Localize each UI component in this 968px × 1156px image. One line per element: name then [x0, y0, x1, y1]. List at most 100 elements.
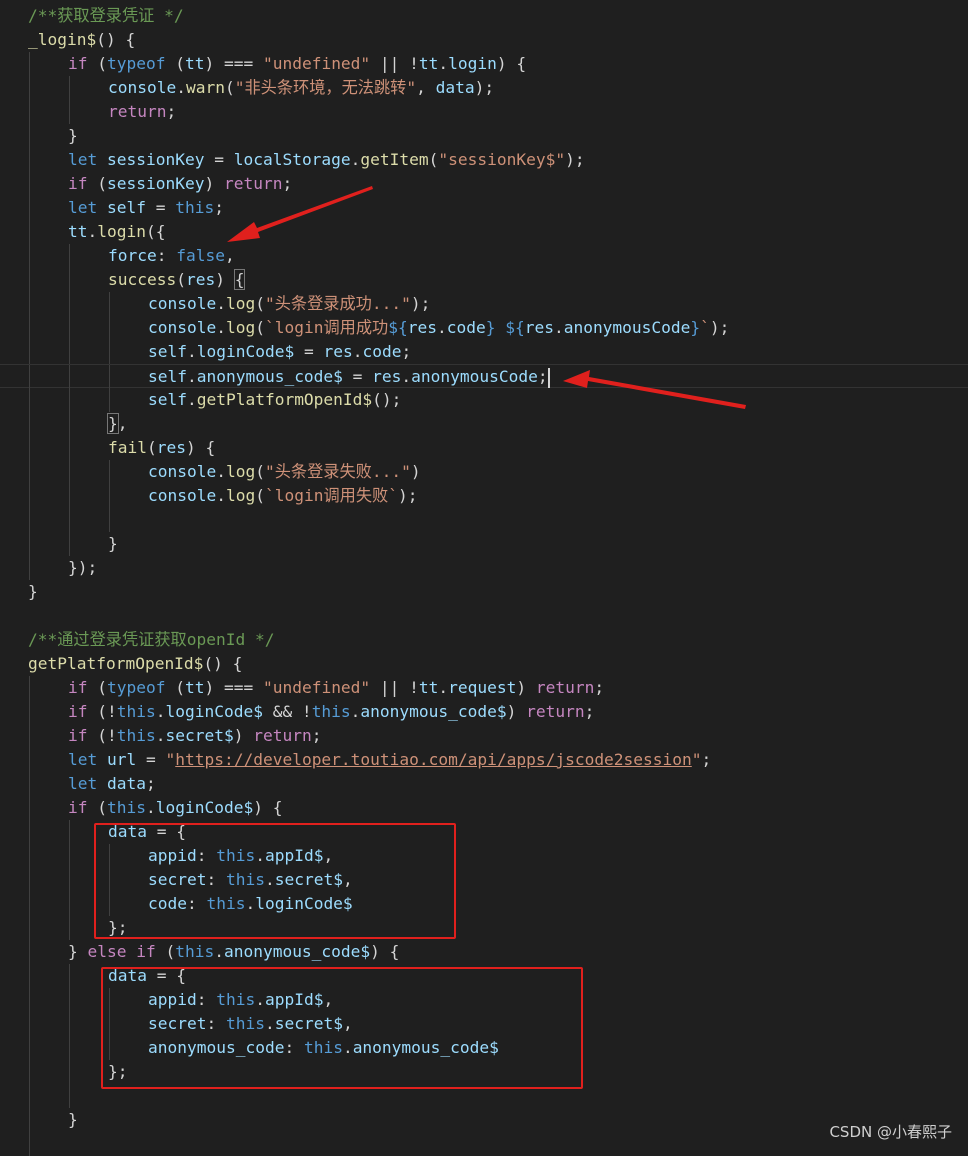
code-line[interactable]: if (this.loginCode$) { — [0, 796, 968, 820]
code-token: ( — [87, 678, 107, 697]
code-line[interactable]: console.log(`login调用失败`); — [0, 484, 968, 508]
code-token: ; — [701, 750, 712, 769]
code-line[interactable]: console.log(`login调用成功${res.code} ${res.… — [0, 316, 968, 340]
code-line[interactable]: self.getPlatformOpenId$(); — [0, 388, 968, 412]
indent-guide — [69, 244, 70, 268]
code-token: ) — [506, 702, 527, 721]
code-token: log — [225, 462, 256, 481]
code-token: ${ — [505, 318, 525, 337]
code-line[interactable]: if (sessionKey) return; — [0, 172, 968, 196]
code-line[interactable]: let self = this; — [0, 196, 968, 220]
code-line[interactable]: console.log("头条登录成功..."); — [0, 292, 968, 316]
code-token: force — [108, 246, 157, 265]
code-token: = — [204, 150, 234, 169]
indent-guide — [29, 244, 30, 268]
code-line[interactable]: _login$() { — [0, 28, 968, 52]
code-line[interactable]: } — [0, 532, 968, 556]
code-line[interactable]: let url = "https://developer.toutiao.com… — [0, 748, 968, 772]
code-line[interactable]: /**通过登录凭证获取openId */ — [0, 628, 968, 652]
code-text: self.getPlatformOpenId$(); — [148, 388, 401, 412]
code-token: this — [175, 942, 215, 961]
indent-guide — [29, 100, 30, 124]
code-line[interactable]: getPlatformOpenId$() { — [0, 652, 968, 676]
code-token: } — [68, 1110, 78, 1129]
code-line[interactable]: console.log("头条登录失败...") — [0, 460, 968, 484]
code-token: `login调用失败` — [264, 486, 398, 505]
code-token: this — [116, 702, 156, 721]
code-token: . — [216, 294, 226, 313]
code-line[interactable] — [0, 604, 968, 628]
code-line[interactable]: let sessionKey = localStorage.getItem("s… — [0, 148, 968, 172]
code-token: return — [535, 678, 595, 697]
code-token: getPlatformOpenId$ — [28, 654, 204, 673]
code-token: this — [311, 702, 351, 721]
code-token: anonymousCode — [563, 318, 691, 337]
code-token: anonymous_code$ — [360, 702, 507, 721]
code-token: . — [87, 222, 98, 241]
code-line[interactable]: console.warn("非头条环境，无法跳转", data); — [0, 76, 968, 100]
indent-guide — [109, 484, 110, 508]
indent-guide — [29, 1036, 30, 1060]
indent-guide — [109, 292, 110, 316]
code-token: sessionKey — [107, 150, 205, 169]
code-token: ( — [255, 318, 265, 337]
code-line[interactable]: if (typeof (tt) === "undefined" || !tt.r… — [0, 676, 968, 700]
code-text: } — [68, 124, 78, 148]
code-line[interactable]: self.loginCode$ = res.code; — [0, 340, 968, 364]
code-token: } — [485, 318, 496, 337]
code-line[interactable]: }, — [0, 412, 968, 436]
indent-guide — [29, 316, 30, 340]
code-token: (! — [87, 726, 117, 745]
code-line[interactable]: }); — [0, 556, 968, 580]
code-text: let data; — [68, 772, 156, 796]
indent-guide — [29, 508, 30, 532]
code-token: ) — [215, 270, 235, 289]
code-token: return — [108, 102, 167, 121]
indent-guide — [29, 292, 30, 316]
code-token: ${ — [388, 318, 408, 337]
code-line[interactable]: self.anonymous_code$ = res.anonymousCode… — [0, 364, 968, 389]
code-line[interactable]: if (!this.secret$) return; — [0, 724, 968, 748]
code-token: loginCode$ — [196, 342, 295, 361]
indent-guide — [29, 148, 30, 172]
code-token: warn — [185, 78, 225, 97]
code-text: force: false, — [108, 244, 235, 268]
code-line[interactable]: success(res) { — [0, 268, 968, 292]
code-line[interactable] — [0, 508, 968, 532]
code-line[interactable]: } — [0, 580, 968, 604]
code-token: ; — [282, 174, 293, 193]
code-line[interactable]: /**获取登录凭证 */ — [0, 4, 968, 28]
code-token: . — [553, 318, 564, 337]
code-token: ) — [516, 678, 536, 697]
code-token: if — [136, 942, 156, 961]
code-text: let sessionKey = localStorage.getItem("s… — [68, 148, 585, 172]
indent-guide — [29, 388, 30, 412]
code-line[interactable]: fail(res) { — [0, 436, 968, 460]
code-token: secret$ — [165, 726, 234, 745]
code-token: ; — [166, 102, 177, 121]
code-line[interactable]: } else if (this.anonymous_code$) { — [0, 940, 968, 964]
code-line[interactable]: if (typeof (tt) === "undefined" || !tt.l… — [0, 52, 968, 76]
code-token: : — [156, 246, 177, 265]
code-token: return — [526, 702, 585, 721]
code-line[interactable]: return; — [0, 100, 968, 124]
code-line[interactable]: } — [0, 124, 968, 148]
code-line[interactable]: if (!this.loginCode$ && !this.anonymous_… — [0, 700, 968, 724]
indent-guide — [69, 460, 70, 484]
indent-guide — [109, 316, 110, 340]
code-line[interactable]: tt.login({ — [0, 220, 968, 244]
indent-guide — [109, 460, 110, 484]
code-line[interactable]: } — [0, 1108, 968, 1132]
indent-guide — [29, 556, 30, 580]
code-token: let — [68, 750, 98, 769]
indent-guide — [29, 340, 30, 364]
code-line[interactable] — [0, 1132, 968, 1156]
indent-guide — [29, 700, 30, 724]
code-line[interactable]: let data; — [0, 772, 968, 796]
code-token: ( — [255, 294, 265, 313]
code-token: , — [416, 78, 436, 97]
code-token: console — [148, 486, 217, 505]
code-text: if (typeof (tt) === "undefined" || !tt.l… — [68, 52, 526, 76]
code-line[interactable]: force: false, — [0, 244, 968, 268]
code-token: loginCode$ — [165, 702, 263, 721]
